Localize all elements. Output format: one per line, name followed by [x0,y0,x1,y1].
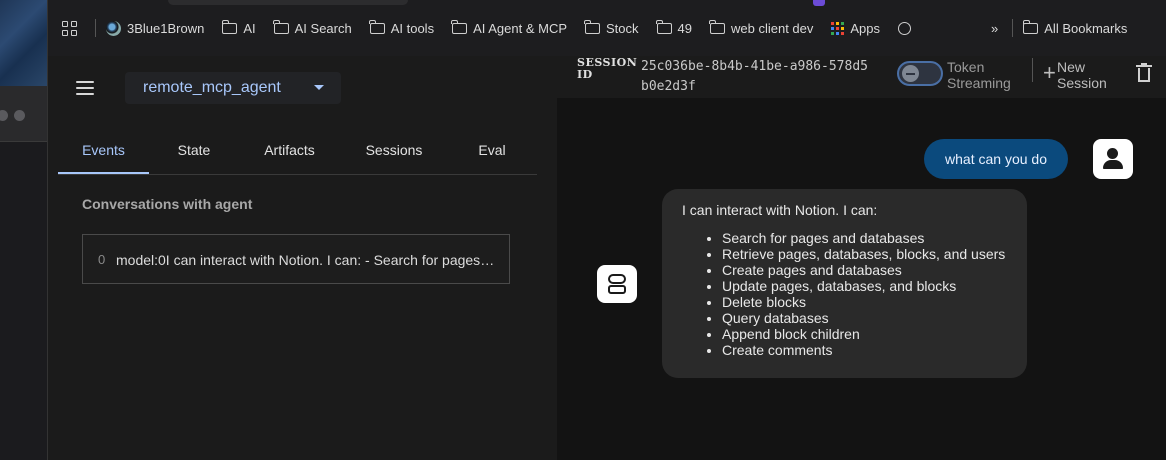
session-id-value: 25c036be-8b4b-41be-a986-578d5b0e2d3f [641,59,868,94]
bookmark-stock[interactable]: Stock [584,19,639,36]
folder-icon [451,19,468,34]
list-item: Search for pages and databases [722,230,1005,246]
bookmark-label: web client dev [731,20,814,36]
chat-panel: SESSION ID 25c036be-8b4b-41be-a986-578d5… [557,56,1166,460]
bookmark-label: AI [243,20,256,36]
folder-icon [584,19,601,34]
tab-state[interactable]: State [157,130,231,174]
user-message-bubble: what can you do [924,139,1068,179]
dropdown-arrow-icon [314,85,324,90]
3blue1brown-icon [106,20,121,36]
folder-icon [221,19,238,34]
globe-icon [898,21,912,35]
event-row[interactable]: 0 model:0I can interact with Notion. I c… [82,234,510,284]
bookmark-label: Stock [606,20,639,36]
conversations-heading: Conversations with agent [82,196,253,212]
side-panel-tabs: Events State Artifacts Sessions Eval [58,130,537,175]
bookmarks-bar: 3Blue1Brown AI AI Search AI tools AI Age… [48,0,1166,56]
folder-icon [273,19,289,34]
grid-icon [62,20,77,36]
side-panel: remote_mcp_agent Events State Artifacts … [48,56,557,460]
bookmark-apps[interactable]: Apps [831,21,880,36]
tab-eval[interactable]: Eval [467,130,517,174]
token-streaming-toggle[interactable] [897,61,943,86]
bookmark-label: Apps [850,20,881,36]
menu-icon[interactable] [76,81,94,95]
divider [1012,19,1014,37]
bookmark-label: 3Blue1Brown [127,20,205,36]
tab-artifacts[interactable]: Artifacts [248,130,331,174]
bot-avatar-icon [597,265,637,303]
bookmark-label: AI Search [294,20,352,36]
list-item: Create pages and databases [722,262,1005,278]
bot-message-bubble: I can interact with Notion. I can: Searc… [662,189,1027,378]
folder-icon [1022,19,1039,34]
list-item: Query databases [722,310,1005,326]
bookmark-items: 3Blue1Brown AI AI Search AI tools AI Age… [62,17,1127,39]
desktop-wallpaper [0,0,47,86]
chevron-double-right-icon: » [991,20,999,36]
folder-icon [369,19,385,34]
divider [1032,58,1033,82]
agent-select-value: remote_mcp_agent [143,79,281,96]
window-control-dot[interactable] [14,110,25,121]
bookmark-3blue1brown[interactable]: 3Blue1Brown [106,20,205,36]
new-session-label: New Session [1057,59,1107,91]
delete-session-icon[interactable] [1136,63,1152,83]
divider [95,19,96,37]
bookmark-web-client-dev[interactable]: web client dev [709,19,814,36]
tab-events[interactable]: Events [58,130,149,174]
list-item: Create comments [722,342,1005,358]
toggle-knob [902,65,919,82]
desktop-strip [0,0,48,460]
bookmark-ai-tools[interactable]: AI tools [369,19,435,36]
event-text: model:0I can interact with Notion. I can… [116,252,496,268]
bookmarks-overflow-button[interactable]: » [991,21,998,36]
tab-indicator [813,0,825,6]
list-item: Delete blocks [722,294,1005,310]
bookmark-ai-search[interactable]: AI Search [273,19,352,36]
event-index: 0 [98,252,106,267]
session-toolbar: SESSION ID 25c036be-8b4b-41be-a986-578d5… [557,56,1166,98]
tab-strip-edge [168,0,408,5]
bookmark-globe[interactable] [898,21,912,35]
list-item: Update pages, databases, and blocks [722,278,1005,294]
plus-icon: + [1043,60,1056,85]
list-item: Retrieve pages, databases, blocks, and u… [722,246,1005,262]
bookmark-label: 49 [677,20,692,36]
list-item: Append block children [722,326,1005,342]
session-id-label: SESSION ID [577,56,638,81]
tab-sessions[interactable]: Sessions [352,130,436,174]
token-streaming-label: Token Streaming [947,59,1011,91]
bookmark-label: AI Agent & MCP [473,20,568,36]
bookmark-grid[interactable] [62,20,77,36]
user-avatar-icon [1093,139,1133,179]
agent-select[interactable]: remote_mcp_agent [125,72,341,104]
bookmark-ai[interactable]: AI [221,19,256,36]
folder-icon [655,19,672,34]
bot-message-intro: I can interact with Notion. I can: [682,202,878,218]
all-bookmarks-button[interactable]: All Bookmarks [1022,19,1128,36]
folder-icon [709,19,725,34]
bookmark-ai-agent-mcp[interactable]: AI Agent & MCP [451,19,568,36]
bookmark-49[interactable]: 49 [655,19,692,36]
apps-icon [831,21,845,35]
bookmark-label: AI tools [390,20,435,36]
all-bookmarks-label: All Bookmarks [1044,20,1128,36]
bot-capabilities-list: Search for pages and databases Retrieve … [682,230,1005,358]
